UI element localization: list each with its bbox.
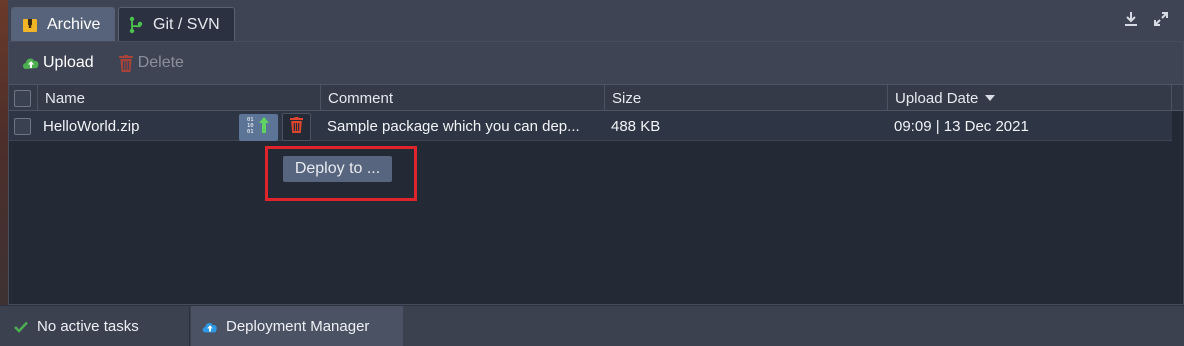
trash-icon — [290, 116, 303, 138]
column-header-name[interactable]: Name — [37, 85, 319, 111]
column-header-label: Name — [45, 89, 86, 107]
tasks-tab[interactable]: No active tasks — [0, 306, 190, 346]
select-all-cell — [9, 85, 37, 111]
column-header-size[interactable]: Size — [604, 85, 887, 111]
sort-descending-icon — [985, 95, 996, 101]
download-icon[interactable] — [1122, 10, 1140, 28]
background-strip — [0, 0, 8, 346]
deploy-icon: 01 10 01 — [246, 115, 272, 140]
expand-icon[interactable] — [1152, 10, 1170, 28]
deployment-manager-panel: Archive Git / SVN Upload Delete Name Com… — [8, 0, 1184, 305]
status-bar: No active tasks Deployment Manager — [0, 305, 1184, 346]
table-row[interactable]: HelloWorld.zip 01 10 01 Sample package w… — [9, 111, 1172, 141]
cloud-upload-icon — [21, 53, 41, 73]
cloud-icon — [201, 318, 219, 336]
tab-git-svn[interactable]: Git / SVN — [118, 7, 235, 41]
column-header-comment[interactable]: Comment — [320, 85, 603, 111]
git-branch-icon — [127, 16, 145, 34]
select-all-checkbox[interactable] — [14, 89, 31, 107]
toolbar: Upload Delete — [9, 42, 1183, 84]
tab-label: Archive — [47, 15, 101, 33]
delete-label: Delete — [137, 54, 184, 71]
deployment-manager-label: Deployment Manager — [226, 318, 370, 335]
tasks-label: No active tasks — [37, 318, 139, 335]
row-checkbox[interactable] — [14, 117, 31, 135]
upload-label: Upload — [43, 54, 94, 71]
deploy-button[interactable]: 01 10 01 — [239, 114, 278, 141]
checkmark-icon — [12, 318, 30, 336]
row-delete-button[interactable] — [282, 113, 311, 141]
file-upload-date: 09:09 | 13 Dec 2021 — [894, 117, 1029, 135]
table-header: Name Comment Size Upload Date — [9, 84, 1183, 111]
upload-button[interactable]: Upload — [21, 53, 94, 73]
svg-text:01: 01 — [247, 129, 254, 135]
column-header-spacer — [1171, 85, 1183, 111]
row-checkbox-cell — [14, 111, 31, 141]
delete-button[interactable]: Delete — [116, 53, 184, 73]
archive-content: Upload Delete Name Comment Size Upload D… — [8, 41, 1184, 305]
file-name: HelloWorld.zip — [43, 117, 140, 135]
column-header-label: Size — [612, 89, 642, 107]
trash-icon — [116, 53, 136, 73]
tab-bar: Archive Git / SVN — [8, 0, 1184, 41]
deployment-manager-tab[interactable]: Deployment Manager — [191, 306, 403, 346]
panel-controls — [1122, 10, 1170, 28]
column-header-label: Upload Date — [895, 89, 979, 107]
tab-label: Git / SVN — [153, 15, 220, 33]
archive-icon — [21, 16, 39, 34]
tab-archive[interactable]: Archive — [11, 7, 115, 41]
column-header-upload-date[interactable]: Upload Date — [887, 85, 1172, 111]
highlight-box — [265, 146, 417, 201]
file-size: 488 KB — [611, 117, 661, 135]
column-header-label: Comment — [328, 89, 394, 107]
file-comment: Sample package which you can dep... — [327, 117, 580, 135]
